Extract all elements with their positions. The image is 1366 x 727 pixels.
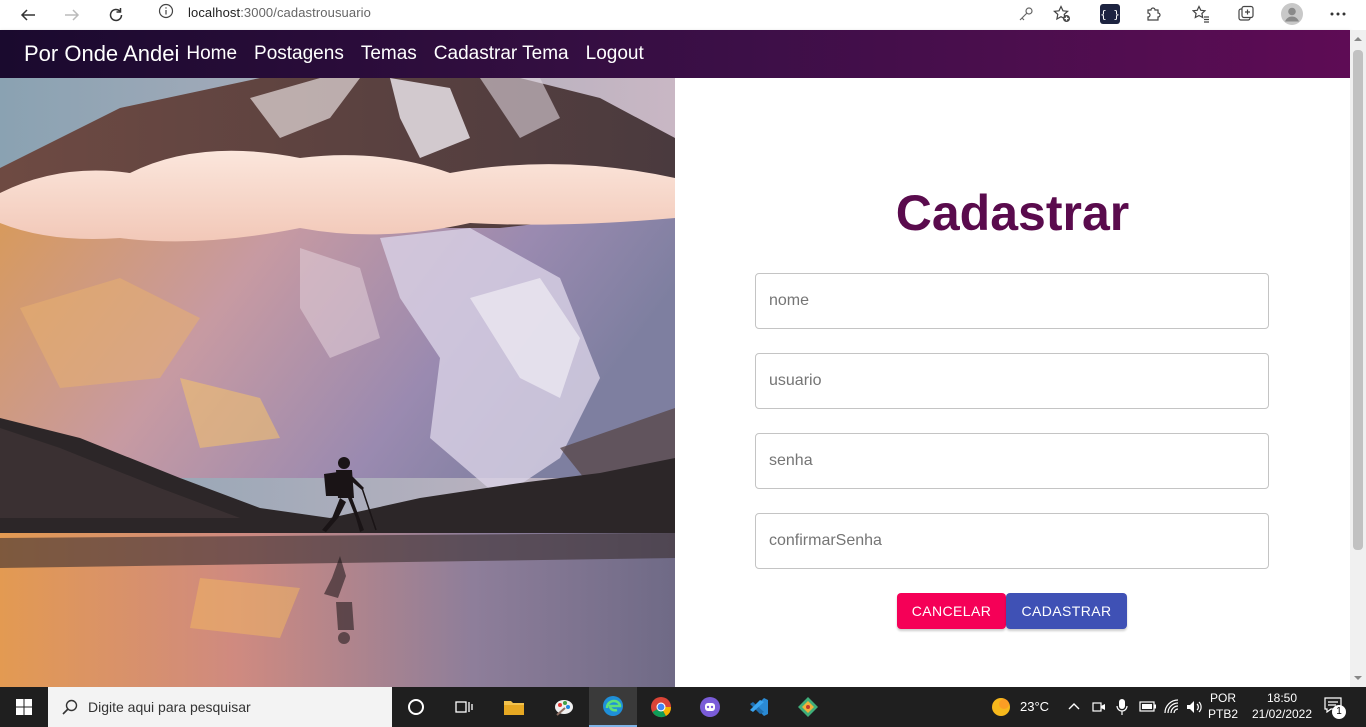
edge-icon[interactable]	[589, 687, 637, 727]
url-text: localhost:3000/cadastrousuario	[188, 5, 371, 20]
language-indicator[interactable]: POR PTB2	[1206, 690, 1240, 722]
senha-input[interactable]	[756, 434, 1268, 488]
meet-now-icon[interactable]	[1092, 699, 1106, 715]
paint-icon[interactable]	[540, 687, 588, 727]
favorites-icon[interactable]	[1189, 2, 1213, 26]
task-view-icon[interactable]	[440, 687, 488, 727]
form-title: Cadastrar	[895, 185, 1130, 241]
microphone-icon[interactable]	[1116, 698, 1128, 716]
weather-sun-icon[interactable]	[991, 697, 1011, 717]
scroll-down-icon[interactable]	[1354, 674, 1362, 682]
file-explorer-icon[interactable]	[490, 687, 538, 727]
usuario-input[interactable]	[756, 354, 1268, 408]
clock-date: 21/02/2022	[1251, 707, 1313, 721]
register-button[interactable]: CADASTRAR	[1006, 593, 1127, 629]
chrome-icon[interactable]	[637, 687, 685, 727]
url-path: :3000/cadastrousuario	[240, 4, 371, 20]
language-code: POR	[1209, 691, 1236, 705]
extension-bracket-icon[interactable]: { }	[1098, 2, 1122, 26]
nav-link-home[interactable]: Home	[186, 43, 237, 65]
hero-image	[0, 78, 675, 687]
taskbar-search[interactable]: Digite aqui para pesquisar	[48, 687, 392, 727]
weather-temp[interactable]: 23°C	[1020, 699, 1049, 715]
collections-icon[interactable]	[1234, 2, 1258, 26]
discord-icon[interactable]	[686, 687, 734, 727]
search-icon	[62, 699, 78, 715]
nome-input[interactable]	[756, 274, 1268, 328]
more-menu-icon[interactable]	[1326, 2, 1350, 26]
scroll-up-icon[interactable]	[1354, 35, 1362, 43]
git-kraken-icon[interactable]	[784, 687, 832, 727]
info-icon[interactable]	[158, 3, 174, 24]
clock-time: 18:50	[1266, 691, 1298, 705]
page-scrollbar[interactable]	[1350, 30, 1366, 687]
register-form: Cadastrar CANCELAR CADASTRAR	[675, 78, 1350, 687]
refresh-icon[interactable]	[104, 3, 128, 27]
nav-link-logout[interactable]: Logout	[586, 43, 644, 65]
volume-icon[interactable]	[1186, 699, 1204, 715]
clock[interactable]: 18:50 21/02/2022	[1246, 690, 1318, 722]
windows-start-icon[interactable]	[0, 687, 48, 727]
nav-link-temas[interactable]: Temas	[361, 43, 417, 65]
key-icon[interactable]	[1014, 2, 1038, 26]
back-icon[interactable]	[16, 3, 40, 27]
cortana-icon[interactable]	[392, 687, 440, 727]
confirmar-senha-field[interactable]	[755, 513, 1269, 569]
vscode-icon[interactable]	[735, 687, 783, 727]
search-placeholder: Digite aqui para pesquisar	[88, 699, 251, 715]
battery-icon[interactable]	[1139, 699, 1157, 713]
senha-field[interactable]	[755, 433, 1269, 489]
favorite-add-icon[interactable]	[1050, 2, 1074, 26]
notification-center-icon[interactable]: 1	[1324, 697, 1346, 719]
confirmar-senha-input[interactable]	[756, 514, 1268, 568]
tray-expand-icon[interactable]	[1068, 701, 1080, 711]
usuario-field[interactable]	[755, 353, 1269, 409]
notification-badge: 1	[1332, 705, 1346, 719]
scroll-thumb[interactable]	[1353, 50, 1363, 550]
keyboard-layout: PTB2	[1207, 707, 1238, 721]
profile-avatar-icon[interactable]	[1280, 2, 1304, 26]
wifi-icon[interactable]	[1164, 699, 1180, 715]
nav-link-cadastrar-tema[interactable]: Cadastrar Tema	[434, 43, 569, 65]
brand-title[interactable]: Por Onde Andei	[24, 41, 179, 67]
extensions-icon[interactable]	[1141, 2, 1165, 26]
nome-field[interactable]	[755, 273, 1269, 329]
windows-taskbar: Digite aqui para pesquisar 23°C POR PTB2…	[0, 687, 1366, 727]
url-host: localhost	[188, 4, 241, 20]
cancel-button[interactable]: CANCELAR	[897, 593, 1006, 629]
browser-toolbar: localhost:3000/cadastrousuario { }	[0, 0, 1366, 30]
app-navbar: Por Onde Andei Home Postagens Temas Cada…	[0, 30, 1350, 78]
address-bar[interactable]: localhost:3000/cadastrousuario	[144, 0, 1080, 24]
forward-icon[interactable]	[60, 3, 84, 27]
nav-link-postagens[interactable]: Postagens	[254, 43, 344, 65]
